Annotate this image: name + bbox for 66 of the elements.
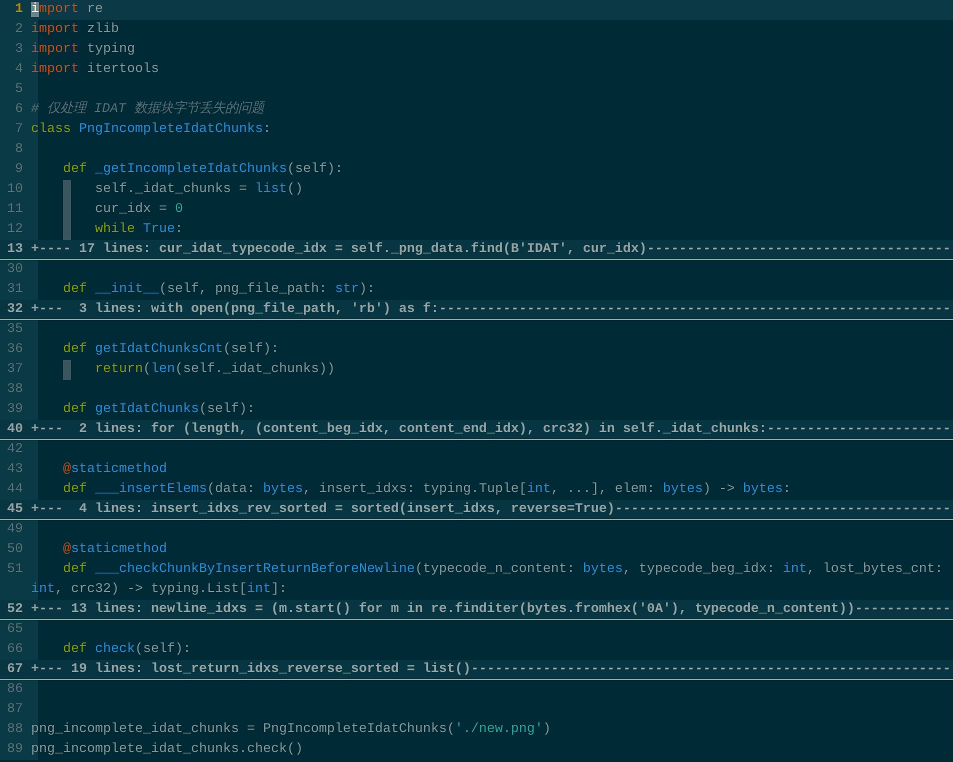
line-number: 9 (14, 161, 24, 179)
line-number: 52 (6, 601, 24, 619)
line-number: 86 (6, 681, 24, 699)
code-line: png_incomplete_idat_chunks.check() (31, 742, 303, 757)
code-line: class PngIncompleteIdatChunks: (31, 122, 271, 137)
code-line: import zlib (31, 22, 119, 37)
line-number: 50 (6, 541, 24, 559)
line-number: 87 (6, 701, 24, 719)
line-number: 39 (6, 401, 24, 419)
line-number: 67 (6, 661, 24, 679)
line-number: 32 (6, 301, 24, 319)
fold-summary[interactable]: +--- 3 lines: with open(png_file_path, 'rb') as f:---------------------------------------------------------------- (31, 300, 951, 319)
line-number: 3 (14, 41, 24, 59)
line-number: 4 (14, 61, 24, 79)
line-number: 7 (14, 121, 24, 139)
code-line: mport re (39, 2, 103, 17)
fold-summary[interactable]: +--- 13 lines: newline_idxs = (m.start() for m in re.finditer(bytes.fromhex('0A'), typecode_n_content))------------ (31, 600, 951, 619)
code-line: @staticmethod (62, 462, 167, 477)
line-number: 6 (14, 101, 24, 119)
code-line: import itertools (31, 62, 159, 77)
code-line: png_incomplete_idat_chunks = PngIncompleteIdatChunks('./new.png') (31, 722, 551, 737)
fold-summary[interactable]: +--- 4 lines: insert_idxs_rev_sorted = sorted(insert_idxs, reverse=True)------------------------------------------ (31, 500, 951, 519)
code-line: @staticmethod (62, 542, 167, 557)
line-number: 42 (6, 441, 24, 459)
code-line: def check(self): (62, 642, 191, 657)
line-number: 43 (6, 461, 24, 479)
fold-summary[interactable]: +--- 19 lines: lost_return_idxs_reverse_sorted = list()------------------------------------------------------------ (31, 660, 951, 679)
line-number: 38 (6, 381, 24, 399)
line-number: 88 (6, 721, 24, 739)
line-number: 44 (6, 481, 24, 499)
line-number: 37 (6, 361, 24, 379)
line-number: 45 (6, 501, 24, 519)
code-line: # 仅处理 IDAT 数据块字节丢失的问题 (31, 102, 264, 117)
line-number: 31 (6, 281, 24, 299)
line-number: 51 (6, 561, 24, 579)
line-number: 65 (6, 621, 24, 639)
line-number: 12 (6, 221, 24, 239)
fold-summary[interactable]: +--- 2 lines: for (length, (content_beg_idx, content_end_idx), crc32) in self._idat_chunks:----------------------- (31, 420, 951, 439)
line-number: 10 (6, 181, 24, 199)
line-number: 36 (6, 341, 24, 359)
line-number: 40 (6, 421, 24, 439)
code-line: int, crc32) -> typing.List[int]: (31, 582, 287, 597)
code-line: def ___checkChunkByInsertReturnBeforeNewline(typecode_n_content: bytes, typecode_beg_idx: int, lost_bytes_cnt: (62, 562, 943, 577)
line-number: 35 (6, 321, 24, 339)
line-number: 8 (14, 141, 24, 159)
line-number: 11 (6, 201, 24, 219)
code-line: import typing (31, 42, 135, 57)
code-line: return(len(self._idat_chunks)) (94, 362, 335, 377)
code-line: def ___insertElems(data: bytes, insert_idxs: typing.Tuple[int, ...], elem: bytes) -> bytes: (62, 482, 791, 497)
fold-summary[interactable]: +---- 17 lines: cur_idat_typecode_idx = self._png_data.find(B'IDAT', cur_idx)-------------------------------------- (31, 240, 951, 259)
line-number: 1 (14, 1, 24, 19)
code-line: self._idat_chunks = list() (94, 182, 303, 197)
code-line: def __init__(self, png_file_path: str): (62, 282, 375, 297)
text-cursor: i (31, 2, 39, 17)
code-line: def getIdatChunks(self): (62, 402, 255, 417)
code-line: def _getIncompleteIdatChunks(self): (62, 162, 343, 177)
code-line: while True: (94, 222, 183, 237)
line-number: 66 (6, 641, 24, 659)
line-number: 30 (6, 261, 24, 279)
line-number: 2 (14, 21, 24, 39)
line-number: 49 (6, 521, 24, 539)
code-line: def getIdatChunksCnt(self): (62, 342, 279, 357)
code-line: cur_idx = 0 (94, 202, 183, 217)
line-number: 5 (14, 81, 24, 99)
line-number: 13 (6, 241, 24, 259)
line-number: 89 (6, 741, 24, 759)
